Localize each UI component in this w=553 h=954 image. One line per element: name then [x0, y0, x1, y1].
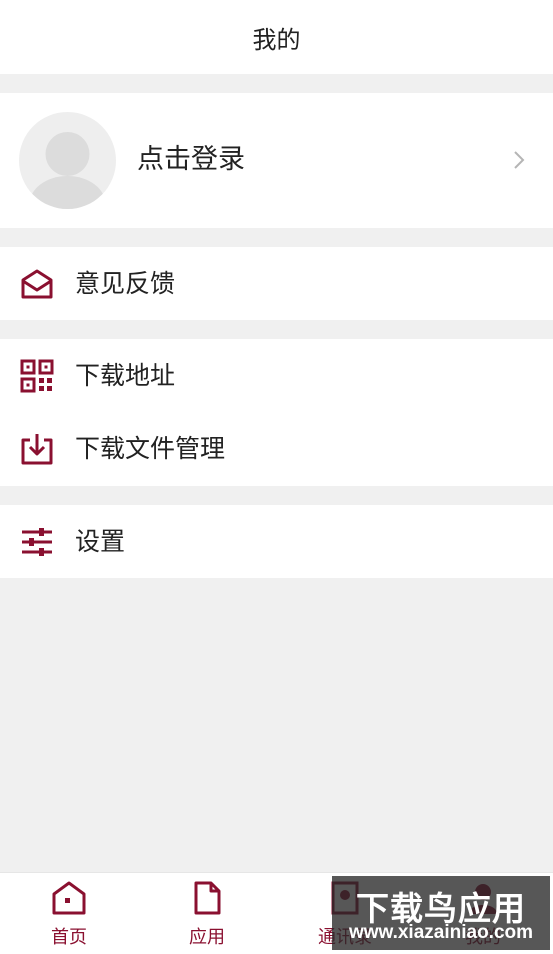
header: 我的	[0, 0, 553, 74]
menu-item-download-manager[interactable]: 下载文件管理	[0, 412, 553, 485]
menu-item-download-address[interactable]: 下载地址	[0, 339, 553, 412]
page-title: 我的	[252, 25, 301, 54]
menu-label-settings: 设置	[75, 527, 126, 556]
settings-group: 设置	[0, 505, 553, 578]
mail-icon	[20, 267, 54, 301]
profile-login-row[interactable]: 点击登录	[0, 93, 553, 228]
sliders-icon	[20, 525, 54, 559]
menu-label-download-manager: 下载文件管理	[75, 434, 226, 463]
tab-home[interactable]: 首页	[19, 873, 119, 954]
watermark: 下载鸟应用 www.xiazainiao.com	[332, 876, 550, 950]
menu-label-feedback: 意见反馈	[75, 269, 176, 298]
document-icon	[189, 880, 225, 916]
chevron-right-icon	[512, 149, 526, 175]
download-file-icon	[20, 432, 54, 466]
login-label: 点击登录	[137, 144, 245, 175]
home-icon	[51, 880, 87, 916]
menu-label-download-address: 下载地址	[75, 361, 176, 390]
tab-apps[interactable]: 应用	[157, 873, 257, 954]
menu-item-settings[interactable]: 设置	[0, 505, 553, 578]
watermark-url: www.xiazainiao.com	[348, 922, 534, 943]
menu-item-feedback[interactable]: 意见反馈	[0, 247, 553, 320]
qr-code-icon	[20, 359, 54, 393]
tab-label: 应用	[189, 927, 225, 948]
download-group: 下载地址 下载文件管理	[0, 339, 553, 486]
tab-label: 首页	[51, 927, 87, 948]
avatar	[19, 112, 116, 209]
feedback-group: 意见反馈	[0, 247, 553, 320]
